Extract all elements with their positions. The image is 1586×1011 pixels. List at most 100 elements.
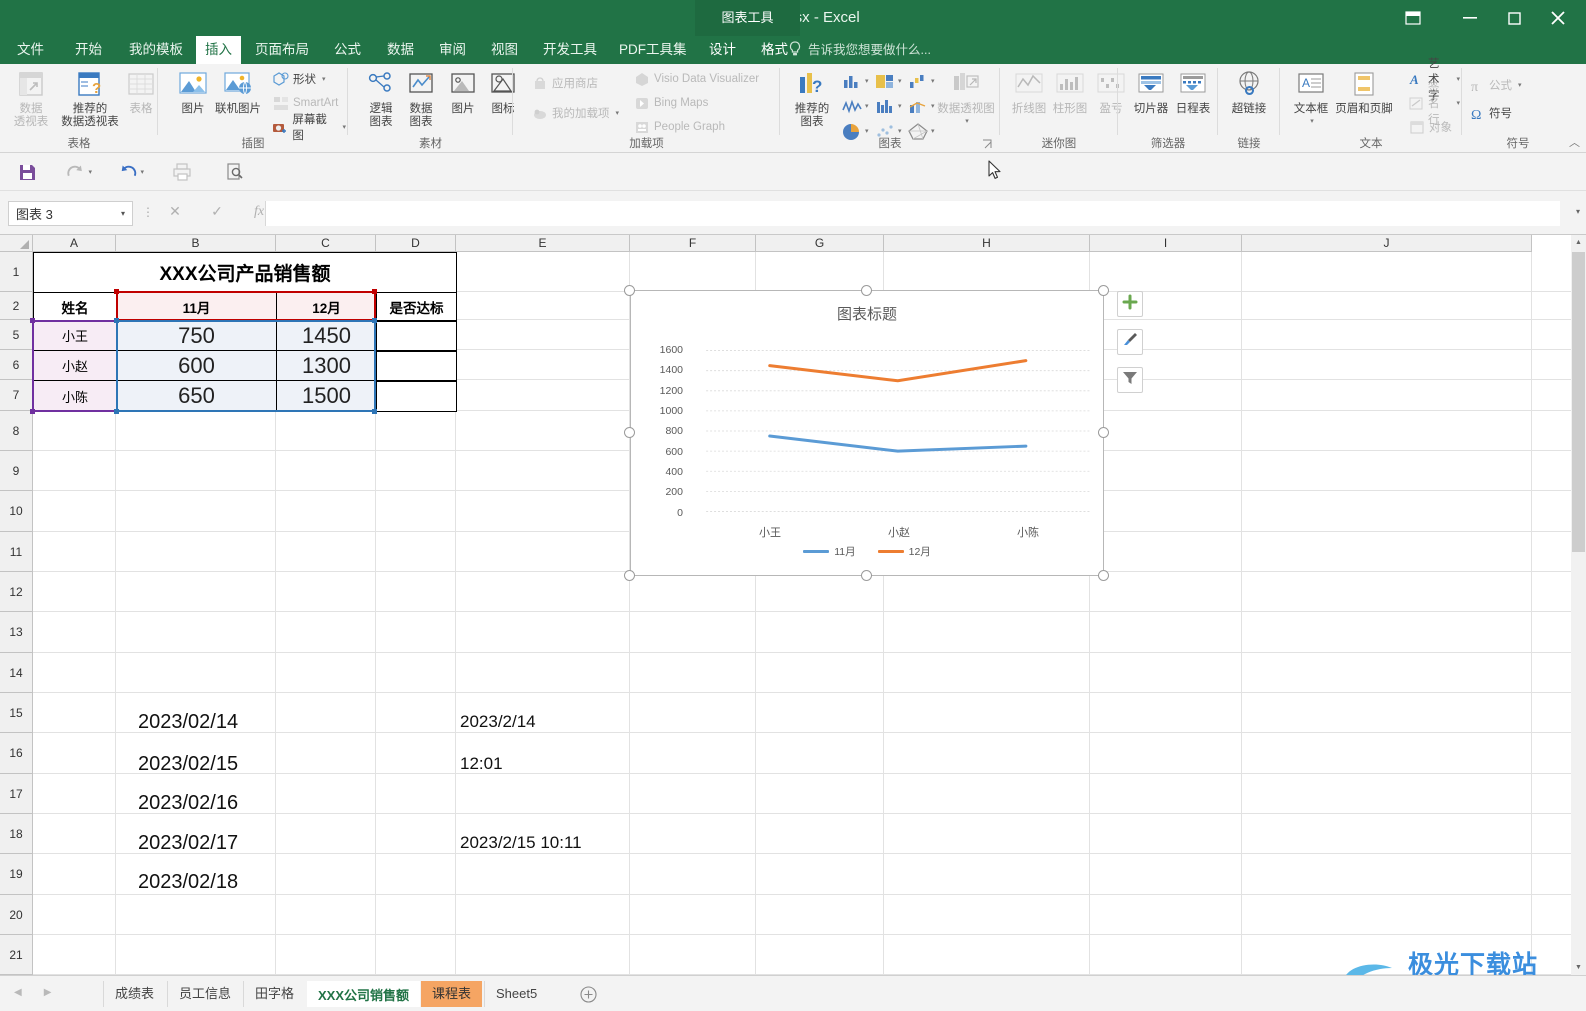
sales-table-header-standard[interactable]: 是否达标 — [376, 292, 457, 321]
tab-pdf-tools[interactable]: PDF工具集 — [610, 36, 696, 64]
row-header-12[interactable]: 12 — [0, 572, 33, 612]
chevron-down-icon[interactable]: ▾ — [1456, 99, 1460, 107]
vertical-scroll-thumb[interactable] — [1572, 252, 1585, 552]
sales-table-cell-nov-1[interactable]: 750 — [117, 321, 276, 351]
chevron-down-icon[interactable]: ▾ — [898, 127, 902, 135]
sheet-tab-yuangongxinxi[interactable]: 员工信息 — [167, 981, 242, 1007]
tell-me-box[interactable]: 告诉我您想要做什么... — [808, 36, 931, 64]
tab-design[interactable]: 设计 — [700, 36, 745, 64]
row-header-10[interactable]: 10 — [0, 491, 33, 532]
sheet-tab-chengjibiao[interactable]: 成绩表 — [103, 981, 165, 1007]
col-header-J[interactable]: J — [1242, 235, 1532, 252]
prev-sheet-icon[interactable]: ◀ — [14, 987, 22, 998]
online-picture-button[interactable]: 联机图片 — [210, 68, 266, 116]
sheet-tab-sheet5[interactable]: Sheet5 — [484, 981, 548, 1007]
sales-table-cell-dec-1[interactable]: 1450 — [276, 321, 376, 351]
visio-data-visualizer-button[interactable]: Visio Data Visualizer — [631, 68, 761, 90]
row-header-5[interactable]: 5 — [0, 320, 33, 350]
chevron-down-icon[interactable]: ▾ — [1518, 81, 1522, 89]
row-header-9[interactable]: 9 — [0, 451, 33, 491]
name-box[interactable]: 图表 3 ▾ — [8, 201, 133, 226]
row-header-6[interactable]: 6 — [0, 350, 33, 380]
expand-formula-bar-icon[interactable]: ▾ — [1576, 207, 1580, 216]
row-header-14[interactable]: 14 — [0, 653, 33, 693]
sheet-tab-kechengbiao[interactable]: 课程表 — [421, 981, 483, 1007]
sales-table-header-name[interactable]: 姓名 — [33, 292, 117, 321]
cell-B15[interactable]: 2023/02/14 — [138, 708, 278, 736]
tab-insert[interactable]: 插入 — [196, 36, 241, 64]
chart-legend[interactable]: 11月 12月 — [631, 544, 1103, 559]
app-store-button[interactable]: 应用商店 — [529, 72, 600, 94]
hierarchy-chart-button[interactable]: ▾ — [875, 70, 905, 92]
legend-item-nov[interactable]: 11月 — [803, 544, 856, 559]
scroll-down-icon[interactable]: ▼ — [1571, 960, 1586, 975]
add-sheet-icon[interactable] — [578, 984, 598, 1004]
scroll-up-icon[interactable]: ▲ — [1571, 235, 1586, 250]
sales-table-header-nov[interactable]: 11月 — [117, 292, 276, 321]
sales-table-title[interactable]: XXX公司产品销售额 — [33, 252, 457, 292]
collapse-ribbon-icon[interactable]: ︿ — [1569, 134, 1580, 150]
chevron-down-icon[interactable]: ▾ — [88, 168, 92, 176]
chart-elements-button[interactable] — [1117, 291, 1143, 317]
pivot-chart-button[interactable]: 数据透视图 ▾ — [935, 68, 997, 128]
next-sheet-icon[interactable]: ▶ — [44, 987, 52, 998]
chart-resize-handle-bottom-right[interactable] — [1098, 570, 1109, 581]
row-header-20[interactable]: 20 — [0, 895, 33, 935]
chevron-down-icon[interactable]: ▾ — [898, 77, 902, 85]
chart-resize-handle-bottom-center[interactable] — [861, 570, 872, 581]
maximize-restore-button[interactable] — [1492, 4, 1536, 32]
chevron-down-icon[interactable]: ▾ — [865, 102, 869, 110]
row-header-16[interactable]: 16 — [0, 733, 33, 774]
close-button[interactable] — [1536, 4, 1580, 32]
cell-B18[interactable]: 2023/02/17 — [138, 829, 278, 857]
legend-item-dec[interactable]: 12月 — [877, 544, 931, 559]
sales-table-cell-dec-3[interactable]: 1500 — [276, 381, 376, 412]
row-header-1[interactable]: 1 — [0, 252, 33, 292]
sheet-tab-xxx-sales[interactable]: XXX公司销售额 — [307, 981, 421, 1007]
sheet-tab-tianzige[interactable]: 田字格 — [243, 981, 305, 1007]
sales-table-cell-standard-1[interactable] — [376, 321, 457, 351]
chevron-down-icon[interactable]: ▾ — [931, 102, 935, 110]
statistic-chart-button[interactable]: ▾ — [842, 95, 872, 117]
chart-resize-handle-middle-right[interactable] — [1098, 427, 1109, 438]
chart-dialog-launcher[interactable] — [982, 139, 992, 151]
cell-E18[interactable]: 2023/2/15 10:11 — [460, 829, 660, 857]
hyperlink-button[interactable]: 超链接 — [1220, 68, 1278, 116]
cancel-icon[interactable]: ✕ — [165, 203, 185, 220]
row-header-17[interactable]: 17 — [0, 774, 33, 814]
chevron-down-icon[interactable]: ▾ — [342, 123, 346, 131]
sales-table-cell-name-3[interactable]: 小陈 — [33, 381, 117, 412]
chart-resize-handle-top-left[interactable] — [624, 285, 635, 296]
row-header-18[interactable]: 18 — [0, 814, 33, 854]
chevron-down-icon[interactable]: ▾ — [865, 77, 869, 85]
chart-resize-handle-middle-left[interactable] — [624, 427, 635, 438]
sales-table-cell-dec-2[interactable]: 1300 — [276, 351, 376, 381]
bar-chart-button[interactable]: ▾ — [875, 95, 905, 117]
col-header-A[interactable]: A — [33, 235, 116, 252]
tab-developer[interactable]: 开发工具 — [534, 36, 606, 64]
chevron-down-icon[interactable]: ▾ — [931, 77, 935, 85]
cell-B19[interactable]: 2023/02/18 — [138, 868, 278, 896]
symbol-button[interactable]: Ω 符号 — [1466, 102, 1514, 124]
sales-table-cell-name-1[interactable]: 小王 — [33, 321, 117, 351]
tab-page-layout[interactable]: 页面布局 — [246, 36, 318, 64]
waterfall-chart-button[interactable]: ▾ — [908, 70, 938, 92]
cell-B16[interactable]: 2023/02/15 — [138, 750, 278, 778]
chevron-down-icon[interactable]: ▾ — [865, 127, 869, 135]
col-header-C[interactable]: C — [276, 235, 376, 252]
col-header-E[interactable]: E — [456, 235, 630, 252]
row-header-8[interactable]: 8 — [0, 411, 33, 451]
my-addins-button[interactable]: 我的加载项 ▾ — [529, 102, 621, 124]
col-header-H[interactable]: H — [884, 235, 1090, 252]
select-all-corner[interactable] — [0, 235, 33, 252]
col-header-D[interactable]: D — [376, 235, 456, 252]
row-header-7[interactable]: 7 — [0, 380, 33, 411]
vertical-scrollbar[interactable]: ▲ ▼ — [1571, 235, 1586, 975]
col-header-G[interactable]: G — [756, 235, 884, 252]
chevron-down-icon[interactable]: ▾ — [140, 168, 144, 176]
chart-resize-handle-top-right[interactable] — [1098, 285, 1109, 296]
ribbon-display-options-icon[interactable] — [1400, 6, 1426, 30]
chart-filters-button[interactable] — [1117, 367, 1143, 393]
chart-object[interactable]: 图表标题 1600 1400 1200 1000 800 600 400 200… — [630, 290, 1104, 576]
chevron-down-icon[interactable]: ▾ — [937, 115, 997, 128]
